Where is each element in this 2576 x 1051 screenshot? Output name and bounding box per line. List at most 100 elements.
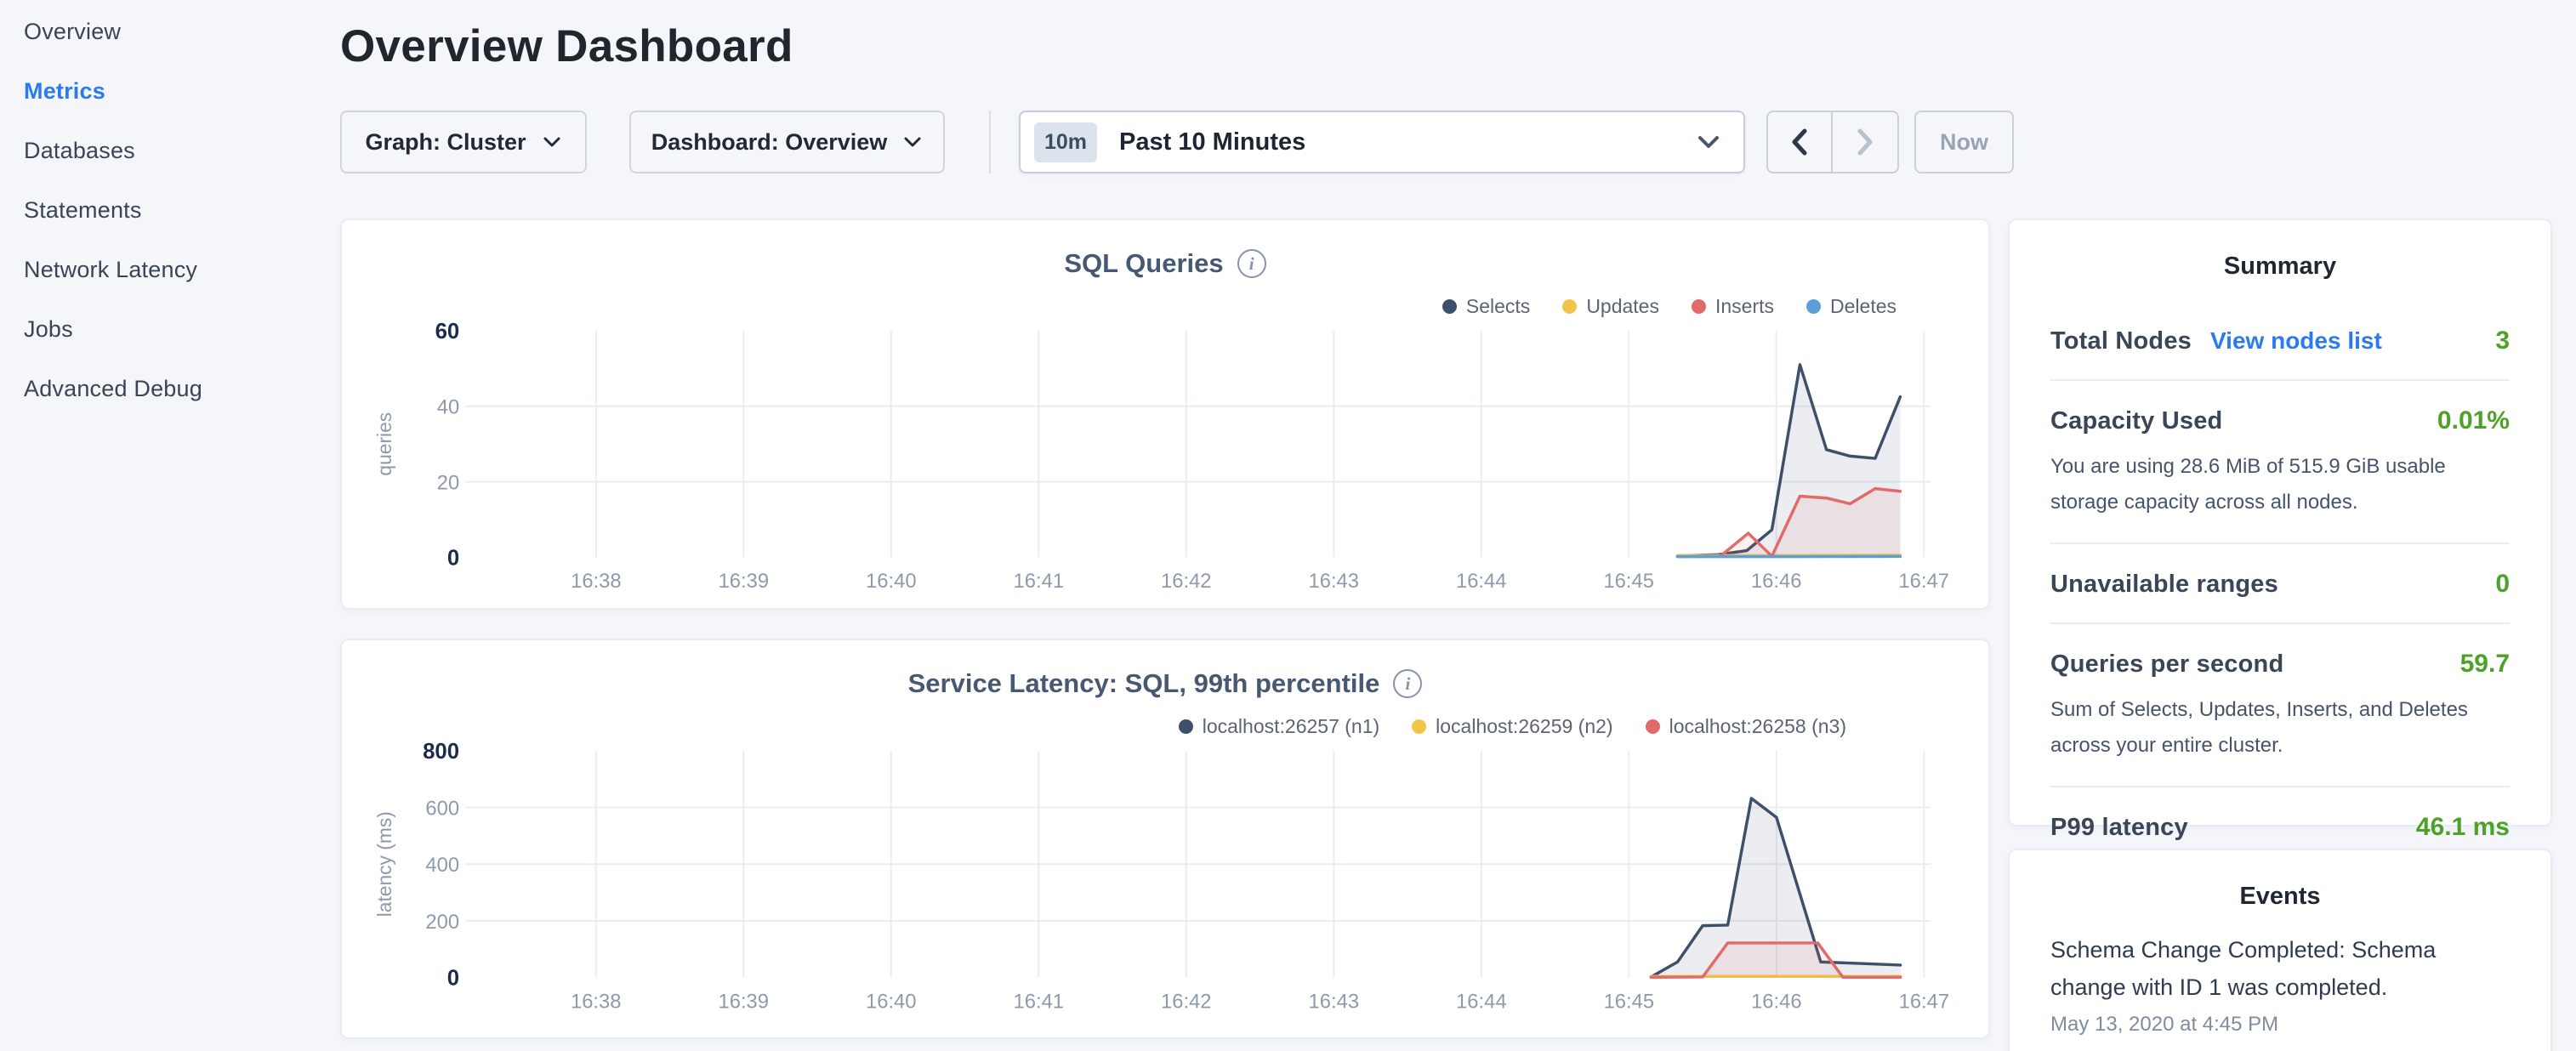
y-axis-tick-label: 800 — [423, 740, 459, 764]
sidebar-item-overview[interactable]: Overview — [24, 2, 340, 61]
x-axis-tick-label: 16:38 — [571, 570, 622, 593]
time-shift-back-button[interactable] — [1768, 112, 1833, 172]
toolbar-divider — [989, 111, 991, 173]
x-axis-tick-label: 16:47 — [1898, 570, 1949, 593]
x-axis-tick-label: 16:40 — [866, 570, 917, 593]
legend-dot-icon — [1179, 719, 1193, 734]
summary-row-value: 3 — [2495, 327, 2510, 355]
x-axis-tick-label: 16:46 — [1751, 990, 1802, 1013]
summary-row-value: 59.7 — [2460, 650, 2510, 679]
y-axis-tick-label: 0 — [447, 546, 459, 570]
legend-item[interactable]: localhost:26258 (n3) — [1646, 715, 1846, 738]
legend-label: localhost:26258 (n3) — [1669, 715, 1846, 738]
legend-item[interactable]: localhost:26257 (n1) — [1179, 715, 1379, 738]
chevron-down-icon — [542, 135, 562, 149]
event-text: Schema Change Completed: Schema change w… — [2050, 931, 2493, 1006]
x-axis-tick-label: 16:41 — [1014, 570, 1065, 593]
legend-dot-icon — [1562, 299, 1577, 314]
x-axis-tick-label: 16:44 — [1456, 570, 1507, 593]
y-axis-tick-label: 40 — [437, 396, 459, 419]
time-shift-forward-button[interactable] — [1833, 112, 1897, 172]
x-axis-tick-label: 16:44 — [1456, 990, 1507, 1013]
sidebar-item-databases[interactable]: Databases — [24, 121, 340, 180]
graph-scope-label: Graph: Cluster — [365, 129, 526, 156]
legend-label: Updates — [1586, 295, 1659, 318]
summary-row-label: Queries per second — [2050, 650, 2283, 679]
sidebar-item-jobs[interactable]: Jobs — [24, 299, 340, 359]
view-nodes-list-link[interactable]: View nodes list — [2210, 327, 2382, 355]
summary-panel: Summary Total Nodes View nodes list 3 Ca… — [2008, 219, 2552, 827]
legend-dot-icon — [1646, 719, 1660, 734]
legend-item[interactable]: localhost:26259 (n2) — [1412, 715, 1612, 738]
chart-legend: Selects Updates Inserts Deletes — [1442, 295, 1896, 318]
summary-row-description: You are using 28.6 MiB of 515.9 GiB usab… — [2050, 449, 2510, 543]
y-axis-tick-label: 60 — [435, 320, 460, 344]
y-axis-tick-label: 600 — [425, 797, 459, 820]
summary-title: Summary — [2010, 220, 2550, 281]
y-axis-tick-label: 0 — [447, 967, 459, 991]
x-axis-tick-label: 16:46 — [1751, 570, 1802, 593]
y-axis-tick-label: 20 — [437, 472, 459, 495]
x-axis-tick-label: 16:42 — [1161, 570, 1212, 593]
y-axis-tick-label: 400 — [425, 854, 459, 877]
x-axis-tick-label: 16:43 — [1309, 990, 1360, 1013]
time-range-label: Past 10 Minutes — [1119, 128, 1305, 156]
legend-dot-icon — [1442, 299, 1457, 314]
x-axis-tick-label: 16:43 — [1309, 570, 1360, 593]
x-axis-tick-label: 16:39 — [719, 570, 770, 593]
chart-title: SQL Queries — [1064, 248, 1223, 279]
legend-label: Selects — [1466, 295, 1530, 318]
sql-queries-chart-card: 16:38 16:39 16:40 16:41 16:42 16:43 16:44 16:45… — [340, 219, 1990, 610]
time-range-badge: 10m — [1034, 122, 1097, 162]
summary-row-value: 0 — [2495, 570, 2510, 599]
summary-row-label: Capacity Used — [2050, 407, 2222, 435]
sidebar-nav: Overview Metrics Databases Statements Ne… — [24, 2, 340, 418]
events-title: Events — [2010, 850, 2550, 911]
x-axis-tick-label: 16:39 — [718, 990, 769, 1013]
summary-row-queries-per-second: Queries per second 59.7 — [2050, 624, 2510, 702]
legend-item[interactable]: Selects — [1442, 295, 1530, 318]
time-shift-buttons — [1766, 111, 1899, 173]
x-axis-tick-label: 16:40 — [866, 990, 917, 1013]
info-icon[interactable]: i — [1393, 669, 1422, 698]
legend-label: localhost:26257 (n1) — [1203, 715, 1379, 738]
sidebar: Overview Metrics Databases Statements Ne… — [0, 0, 340, 1051]
dashboard-dropdown[interactable]: Dashboard: Overview — [629, 111, 945, 173]
legend-dot-icon — [1806, 299, 1821, 314]
legend-item[interactable]: Deletes — [1806, 295, 1896, 318]
events-panel: Events Schema Change Completed: Schema c… — [2008, 849, 2552, 1051]
summary-row-capacity-used: Capacity Used 0.01% — [2050, 381, 2510, 459]
sidebar-item-network-latency[interactable]: Network Latency — [24, 240, 340, 299]
now-button[interactable]: Now — [1914, 111, 2014, 173]
summary-row-unavailable-ranges: Unavailable ranges 0 — [2050, 544, 2510, 622]
summary-row-description: Sum of Selects, Updates, Inserts, and De… — [2050, 692, 2510, 786]
legend-dot-icon — [1412, 719, 1426, 734]
summary-row-label: Total Nodes — [2050, 327, 2192, 355]
legend-item[interactable]: Updates — [1562, 295, 1659, 318]
chevron-left-icon — [1788, 127, 1811, 157]
summary-row-total-nodes: Total Nodes View nodes list 3 — [2050, 301, 2510, 379]
legend-label: localhost:26259 (n2) — [1436, 715, 1612, 738]
y-axis-title: queries — [373, 412, 395, 476]
info-icon[interactable]: i — [1237, 249, 1266, 278]
y-axis-tick-label: 200 — [425, 911, 459, 934]
legend-dot-icon — [1692, 299, 1706, 314]
legend-item[interactable]: Inserts — [1692, 295, 1774, 318]
chevron-down-icon — [902, 135, 923, 149]
chart-title: Service Latency: SQL, 99th percentile — [908, 668, 1380, 699]
time-range-dropdown[interactable]: 10m Past 10 Minutes — [1019, 111, 1745, 173]
sidebar-item-statements[interactable]: Statements — [24, 180, 340, 240]
sidebar-item-metrics[interactable]: Metrics — [24, 61, 340, 121]
summary-row-label: P99 latency — [2050, 814, 2188, 842]
summary-row-value: 0.01% — [2437, 406, 2510, 435]
summary-row-label: Unavailable ranges — [2050, 571, 2278, 599]
page-title: Overview Dashboard — [340, 20, 793, 72]
x-axis-tick-label: 16:47 — [1899, 990, 1950, 1013]
sidebar-item-advanced-debug[interactable]: Advanced Debug — [24, 359, 340, 418]
graph-scope-dropdown[interactable]: Graph: Cluster — [340, 111, 587, 173]
x-axis-tick-label: 16:41 — [1014, 990, 1065, 1013]
x-axis-tick-label: 16:45 — [1603, 570, 1654, 593]
x-axis-tick-label: 16:45 — [1604, 990, 1655, 1013]
chart-legend: localhost:26257 (n1) localhost:26259 (n2)… — [1179, 715, 1846, 738]
legend-label: Deletes — [1830, 295, 1896, 318]
